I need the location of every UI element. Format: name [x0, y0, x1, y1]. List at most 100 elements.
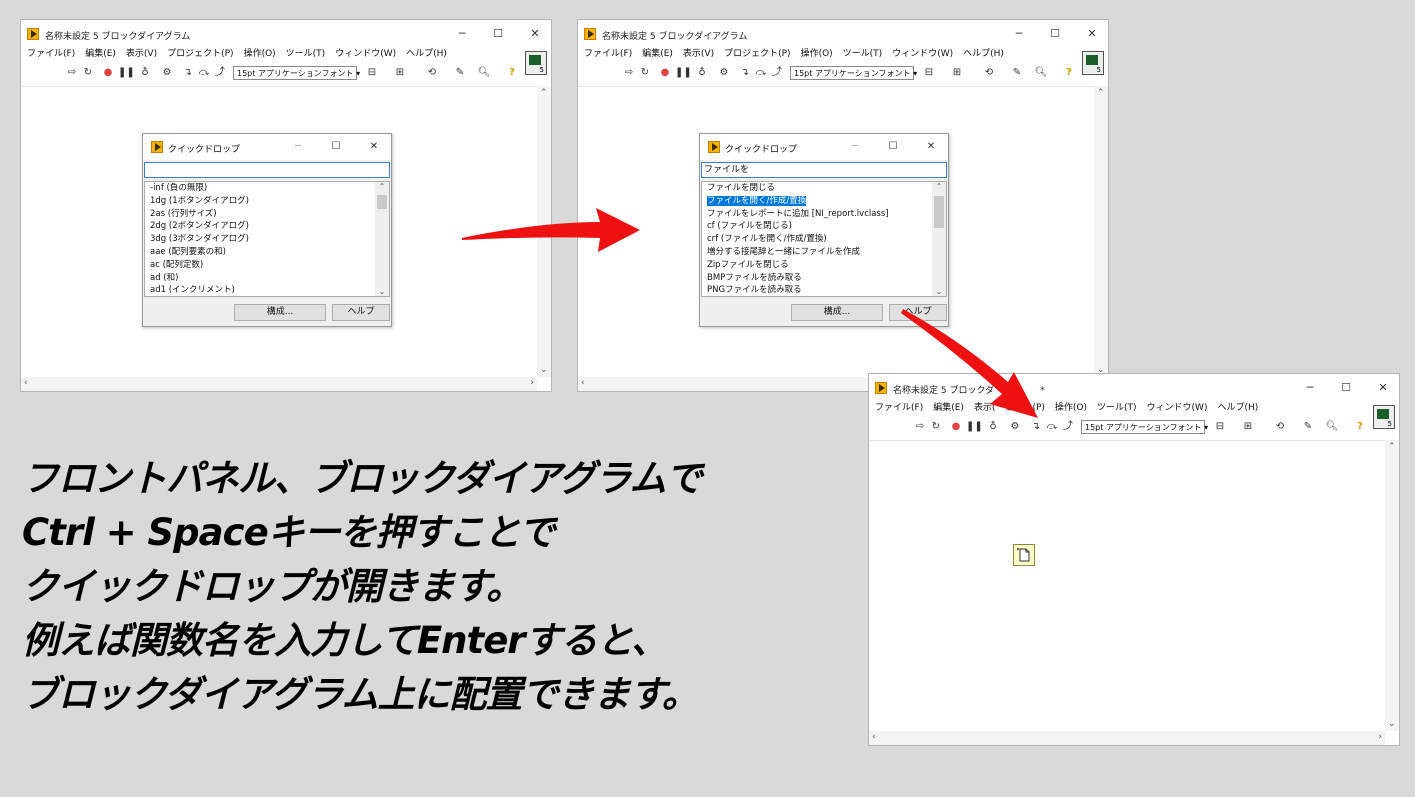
- list-item[interactable]: 2as (行列サイズ): [145, 208, 389, 221]
- minimize-icon[interactable]: ─: [451, 26, 473, 42]
- help-button[interactable]: ヘルプ: [889, 304, 947, 321]
- menu-operate[interactable]: 操作(O): [1055, 400, 1087, 416]
- pause-icon[interactable]: ❚❚: [118, 66, 135, 80]
- context-help-icon[interactable]: 5: [1373, 405, 1395, 429]
- scroll-left-icon[interactable]: ‹: [581, 378, 585, 388]
- align-icon[interactable]: ⊟: [922, 66, 936, 80]
- list-item[interactable]: Zipファイルを閉じる: [702, 259, 946, 272]
- maximize-icon[interactable]: ☐: [1044, 26, 1066, 42]
- close-icon[interactable]: ✕: [1081, 26, 1103, 42]
- list-item[interactable]: aae (配列要素の和): [145, 246, 389, 259]
- menu-edit[interactable]: 編集(E): [85, 46, 116, 62]
- step-into-icon[interactable]: ↴: [1029, 420, 1043, 434]
- scroll-up-icon[interactable]: ⌃: [375, 182, 389, 191]
- highlight-execution-icon[interactable]: ♁: [986, 420, 1000, 434]
- list-scrollbar[interactable]: ⌃ ⌄: [375, 182, 389, 296]
- list-item[interactable]: 増分する接尾辞と一緒にファイルを作成: [702, 246, 946, 259]
- step-over-icon[interactable]: ⤼: [197, 66, 211, 80]
- menu-file[interactable]: ファイル(F): [27, 46, 75, 62]
- list-item[interactable]: 1dg (1ボタンダイアログ): [145, 195, 389, 208]
- list-item[interactable]: crf (ファイルを開く/作成/置換): [702, 233, 946, 246]
- list-scroll-thumb[interactable]: [377, 195, 387, 209]
- maximize-icon[interactable]: ☐: [884, 139, 902, 155]
- step-into-icon[interactable]: ↴: [181, 66, 195, 80]
- list-item-selected[interactable]: ファイルを開く/作成/置換: [702, 195, 946, 208]
- configure-button[interactable]: 構成...: [234, 304, 326, 321]
- vertical-scrollbar[interactable]: ⌃ ⌄: [1094, 86, 1108, 377]
- pause-icon[interactable]: ❚❚: [966, 420, 983, 434]
- menu-window[interactable]: ウィンドウ(W): [892, 46, 953, 62]
- menu-help[interactable]: ヘルプ(H): [963, 46, 1004, 62]
- menu-edit[interactable]: 編集(E): [642, 46, 673, 62]
- list-item[interactable]: PNGファイルを読み取る: [702, 284, 946, 296]
- list-item[interactable]: ad (和): [145, 272, 389, 285]
- menu-help[interactable]: ヘルプ(H): [1217, 400, 1258, 416]
- search-icon[interactable]: 🔍︎: [1325, 420, 1339, 434]
- help-button[interactable]: ヘルプ: [332, 304, 390, 321]
- maximize-icon[interactable]: ☐: [327, 139, 345, 155]
- retain-wire-values-icon[interactable]: ⚙: [160, 66, 174, 80]
- close-icon[interactable]: ✕: [524, 26, 546, 42]
- cleanup-icon[interactable]: ✎: [1010, 66, 1024, 80]
- quick-drop-search-input[interactable]: ファイルを: [701, 162, 947, 178]
- run-arrow-icon[interactable]: ⇨: [65, 66, 79, 80]
- run-continuous-icon[interactable]: ↻: [638, 66, 652, 80]
- help-icon[interactable]: ?: [505, 66, 519, 80]
- cleanup-icon[interactable]: ✎: [1301, 420, 1315, 434]
- menu-tools[interactable]: ツール(T): [843, 46, 883, 62]
- pause-icon[interactable]: ❚❚: [675, 66, 692, 80]
- distribute-icon[interactable]: ⊞: [950, 66, 964, 80]
- scroll-up-icon[interactable]: ⌃: [932, 182, 946, 191]
- step-out-icon[interactable]: ⤴: [213, 66, 227, 80]
- menu-operate[interactable]: 操作(O): [801, 46, 833, 62]
- search-icon[interactable]: 🔍︎: [1034, 66, 1048, 80]
- menu-project[interactable]: ェクト(P): [1005, 400, 1044, 416]
- scroll-right-icon[interactable]: ›: [1378, 732, 1382, 742]
- minimize-icon[interactable]: ─: [1008, 26, 1030, 42]
- reorder-icon[interactable]: ⟲: [1273, 420, 1287, 434]
- cleanup-icon[interactable]: ✎: [453, 66, 467, 80]
- distribute-icon[interactable]: ⊞: [393, 66, 407, 80]
- reorder-icon[interactable]: ⟲: [425, 66, 439, 80]
- menu-file[interactable]: ファイル(F): [584, 46, 632, 62]
- menu-file[interactable]: ファイル(F): [875, 400, 923, 416]
- scroll-down-icon[interactable]: ⌄: [1388, 719, 1396, 729]
- run-arrow-icon[interactable]: ⇨: [913, 420, 927, 434]
- distribute-icon[interactable]: ⊞: [1241, 420, 1255, 434]
- menu-help[interactable]: ヘルプ(H): [406, 46, 447, 62]
- step-over-icon[interactable]: ⤼: [1045, 420, 1059, 434]
- abort-icon[interactable]: ●: [101, 66, 115, 80]
- minimize-icon[interactable]: ─: [1299, 380, 1321, 396]
- list-item[interactable]: cf (ファイルを閉じる): [702, 220, 946, 233]
- list-item[interactable]: ファイルをレポートに追加 [NI_report.lvclass]: [702, 208, 946, 221]
- list-item[interactable]: ac (配列定数): [145, 259, 389, 272]
- reorder-icon[interactable]: ⟲: [982, 66, 996, 80]
- font-selector[interactable]: 15pt アプリケーションフォント ▾: [233, 66, 360, 80]
- horizontal-scrollbar[interactable]: ‹ ›: [21, 377, 537, 391]
- list-scroll-thumb[interactable]: [934, 196, 944, 228]
- minimize-icon[interactable]: ─: [846, 139, 864, 155]
- menu-view[interactable]: 表示(V): [683, 46, 714, 62]
- step-into-icon[interactable]: ↴: [738, 66, 752, 80]
- highlight-execution-icon[interactable]: ♁: [695, 66, 709, 80]
- menu-operate[interactable]: 操作(O): [244, 46, 276, 62]
- quick-drop-result-list[interactable]: -inf (負の無限) 1dg (1ボタンダイアログ) 2as (行列サイズ) …: [144, 181, 390, 297]
- minimize-icon[interactable]: ─: [289, 139, 307, 155]
- search-icon[interactable]: 🔍︎: [477, 66, 491, 80]
- menu-window[interactable]: ウィンドウ(W): [1147, 400, 1208, 416]
- menu-view[interactable]: 表示(V): [126, 46, 157, 62]
- abort-icon[interactable]: ●: [658, 66, 672, 80]
- close-icon[interactable]: ✕: [1372, 380, 1394, 396]
- scroll-down-icon[interactable]: ⌄: [540, 365, 548, 375]
- list-scrollbar[interactable]: ⌃ ⌄: [932, 182, 946, 296]
- abort-icon[interactable]: ●: [949, 420, 963, 434]
- list-item[interactable]: -inf (負の無限): [145, 182, 389, 195]
- maximize-icon[interactable]: ☐: [1335, 380, 1357, 396]
- quick-drop-search-input[interactable]: [144, 162, 390, 178]
- align-icon[interactable]: ⊟: [1213, 420, 1227, 434]
- menu-window[interactable]: ウィンドウ(W): [335, 46, 396, 62]
- step-over-icon[interactable]: ⤼: [754, 66, 768, 80]
- font-selector[interactable]: 15pt アプリケーションフォント ▾: [1081, 420, 1208, 434]
- scroll-up-icon[interactable]: ⌃: [1097, 88, 1105, 98]
- run-continuous-icon[interactable]: ↻: [929, 420, 943, 434]
